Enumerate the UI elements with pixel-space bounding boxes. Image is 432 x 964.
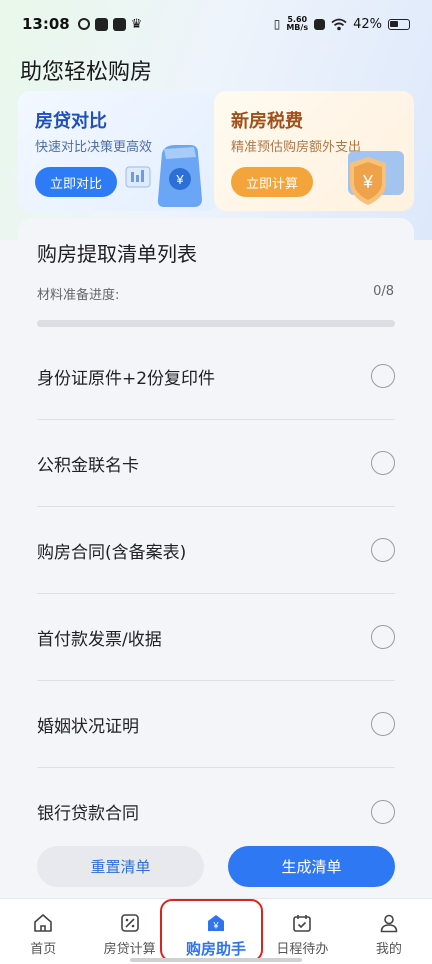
- checklist-item-label: 首付款发票/收据: [37, 629, 162, 650]
- svg-text:¥: ¥: [175, 172, 184, 187]
- checklist-title: 购房提取清单列表: [37, 242, 197, 266]
- mail-app-icon: [112, 17, 126, 31]
- checkbox-circle[interactable]: [371, 712, 395, 736]
- tab-loan-calculator[interactable]: 房贷计算: [86, 899, 172, 964]
- checklist-item-label: 婚姻状况证明: [37, 716, 139, 737]
- shield-yuan-illustration-icon: ¥: [348, 151, 404, 205]
- checklist-item[interactable]: 婚姻状况证明: [37, 681, 395, 768]
- checklist-item[interactable]: 购房合同(含备案表): [37, 507, 395, 594]
- checklist-actions: 重置清单 生成清单: [37, 846, 395, 888]
- house-yuan-icon: ¥: [208, 915, 225, 931]
- tab-label: 购房助手: [186, 940, 247, 958]
- checkbox-circle[interactable]: [371, 799, 395, 824]
- tab-label: 我的: [375, 942, 402, 957]
- person-icon: [380, 914, 398, 933]
- calculator-yuan-illustration-icon: ¥: [125, 145, 202, 207]
- bottom-tab-bar: 首页 房贷计算 ¥ 购房助手 日程待办 我的: [0, 898, 432, 964]
- battery-icon: [388, 18, 410, 30]
- tab-label: 日程待办: [276, 942, 329, 957]
- tab-home-buying-assistant[interactable]: ¥ 购房助手: [173, 899, 259, 964]
- tab-profile[interactable]: 我的: [346, 899, 432, 964]
- tab-label: 首页: [30, 942, 57, 957]
- tab-home[interactable]: 首页: [0, 899, 86, 964]
- vibrate-icon: ▯: [273, 17, 281, 31]
- checklist-item[interactable]: 首付款发票/收据: [37, 594, 395, 681]
- promo-title: 房贷对比: [35, 111, 107, 132]
- promo-title: 新房税费: [231, 111, 303, 132]
- notification-icons: ♛: [77, 16, 143, 32]
- checklist-item-label: 身份证原件+2份复印件: [37, 368, 216, 389]
- system-status: ▯ 5.60 MB/s 42%: [274, 16, 410, 32]
- svg-text:¥: ¥: [362, 172, 374, 192]
- tab-label: 房贷计算: [103, 942, 156, 957]
- promo-card-loan-compare[interactable]: 房贷对比 快速对比决策更高效 立即对比 ¥: [18, 91, 218, 211]
- home-indicator[interactable]: [130, 958, 302, 962]
- app-notification-icon: [77, 18, 90, 30]
- progress-label: 材料准备进度:: [37, 288, 120, 303]
- checklist-item[interactable]: 公积金联名卡: [37, 420, 395, 507]
- status-bar: 13:08 ♛ ▯ 5.60 MB/s 42%: [0, 0, 432, 48]
- checkbox-circle[interactable]: [371, 451, 395, 475]
- status-time: 13:08: [22, 15, 70, 33]
- progress-count: 0/8: [373, 284, 394, 299]
- checkbox-circle[interactable]: [371, 364, 395, 388]
- reset-checklist-button[interactable]: 重置清单: [37, 846, 204, 887]
- nfc-icon: [314, 18, 326, 30]
- calendar-check-icon: [293, 915, 312, 932]
- home-icon: [34, 914, 53, 932]
- tab-schedule-todo[interactable]: 日程待办: [259, 899, 345, 964]
- network-speed: 5.60 MB/s: [286, 16, 308, 32]
- battery-percent: 42%: [353, 16, 382, 32]
- checklist-item[interactable]: 身份证原件+2份复印件: [37, 333, 395, 420]
- promo-card-new-house-tax[interactable]: 新房税费 精准预估购房额外支出 立即计算 ¥: [214, 91, 414, 211]
- page-title: 助您轻松购房: [20, 60, 153, 85]
- checklist-item-label: 购房合同(含备案表): [37, 542, 187, 563]
- checkbox-circle[interactable]: [371, 538, 395, 562]
- generate-checklist-button[interactable]: 生成清单: [228, 846, 395, 887]
- progress-bar: [37, 320, 395, 327]
- checklist-item[interactable]: 银行贷款合同: [37, 768, 395, 855]
- checklist-item-label: 银行贷款合同: [37, 804, 139, 824]
- video-app-icon: [94, 17, 108, 31]
- compare-now-button[interactable]: 立即对比: [35, 167, 117, 197]
- percent-calculator-icon: [120, 914, 139, 932]
- net-speed-unit: MB/s: [286, 23, 309, 32]
- svg-text:¥: ¥: [213, 921, 220, 931]
- calculate-now-button[interactable]: 立即计算: [231, 167, 313, 197]
- checkbox-circle[interactable]: [371, 625, 395, 649]
- crown-icon: ♛: [130, 16, 143, 32]
- checklist: 身份证原件+2份复印件 公积金联名卡 购房合同(含备案表) 首付款发票/收据 婚…: [37, 333, 395, 855]
- checklist-item-label: 公积金联名卡: [37, 455, 139, 476]
- wifi-icon: [331, 18, 347, 30]
